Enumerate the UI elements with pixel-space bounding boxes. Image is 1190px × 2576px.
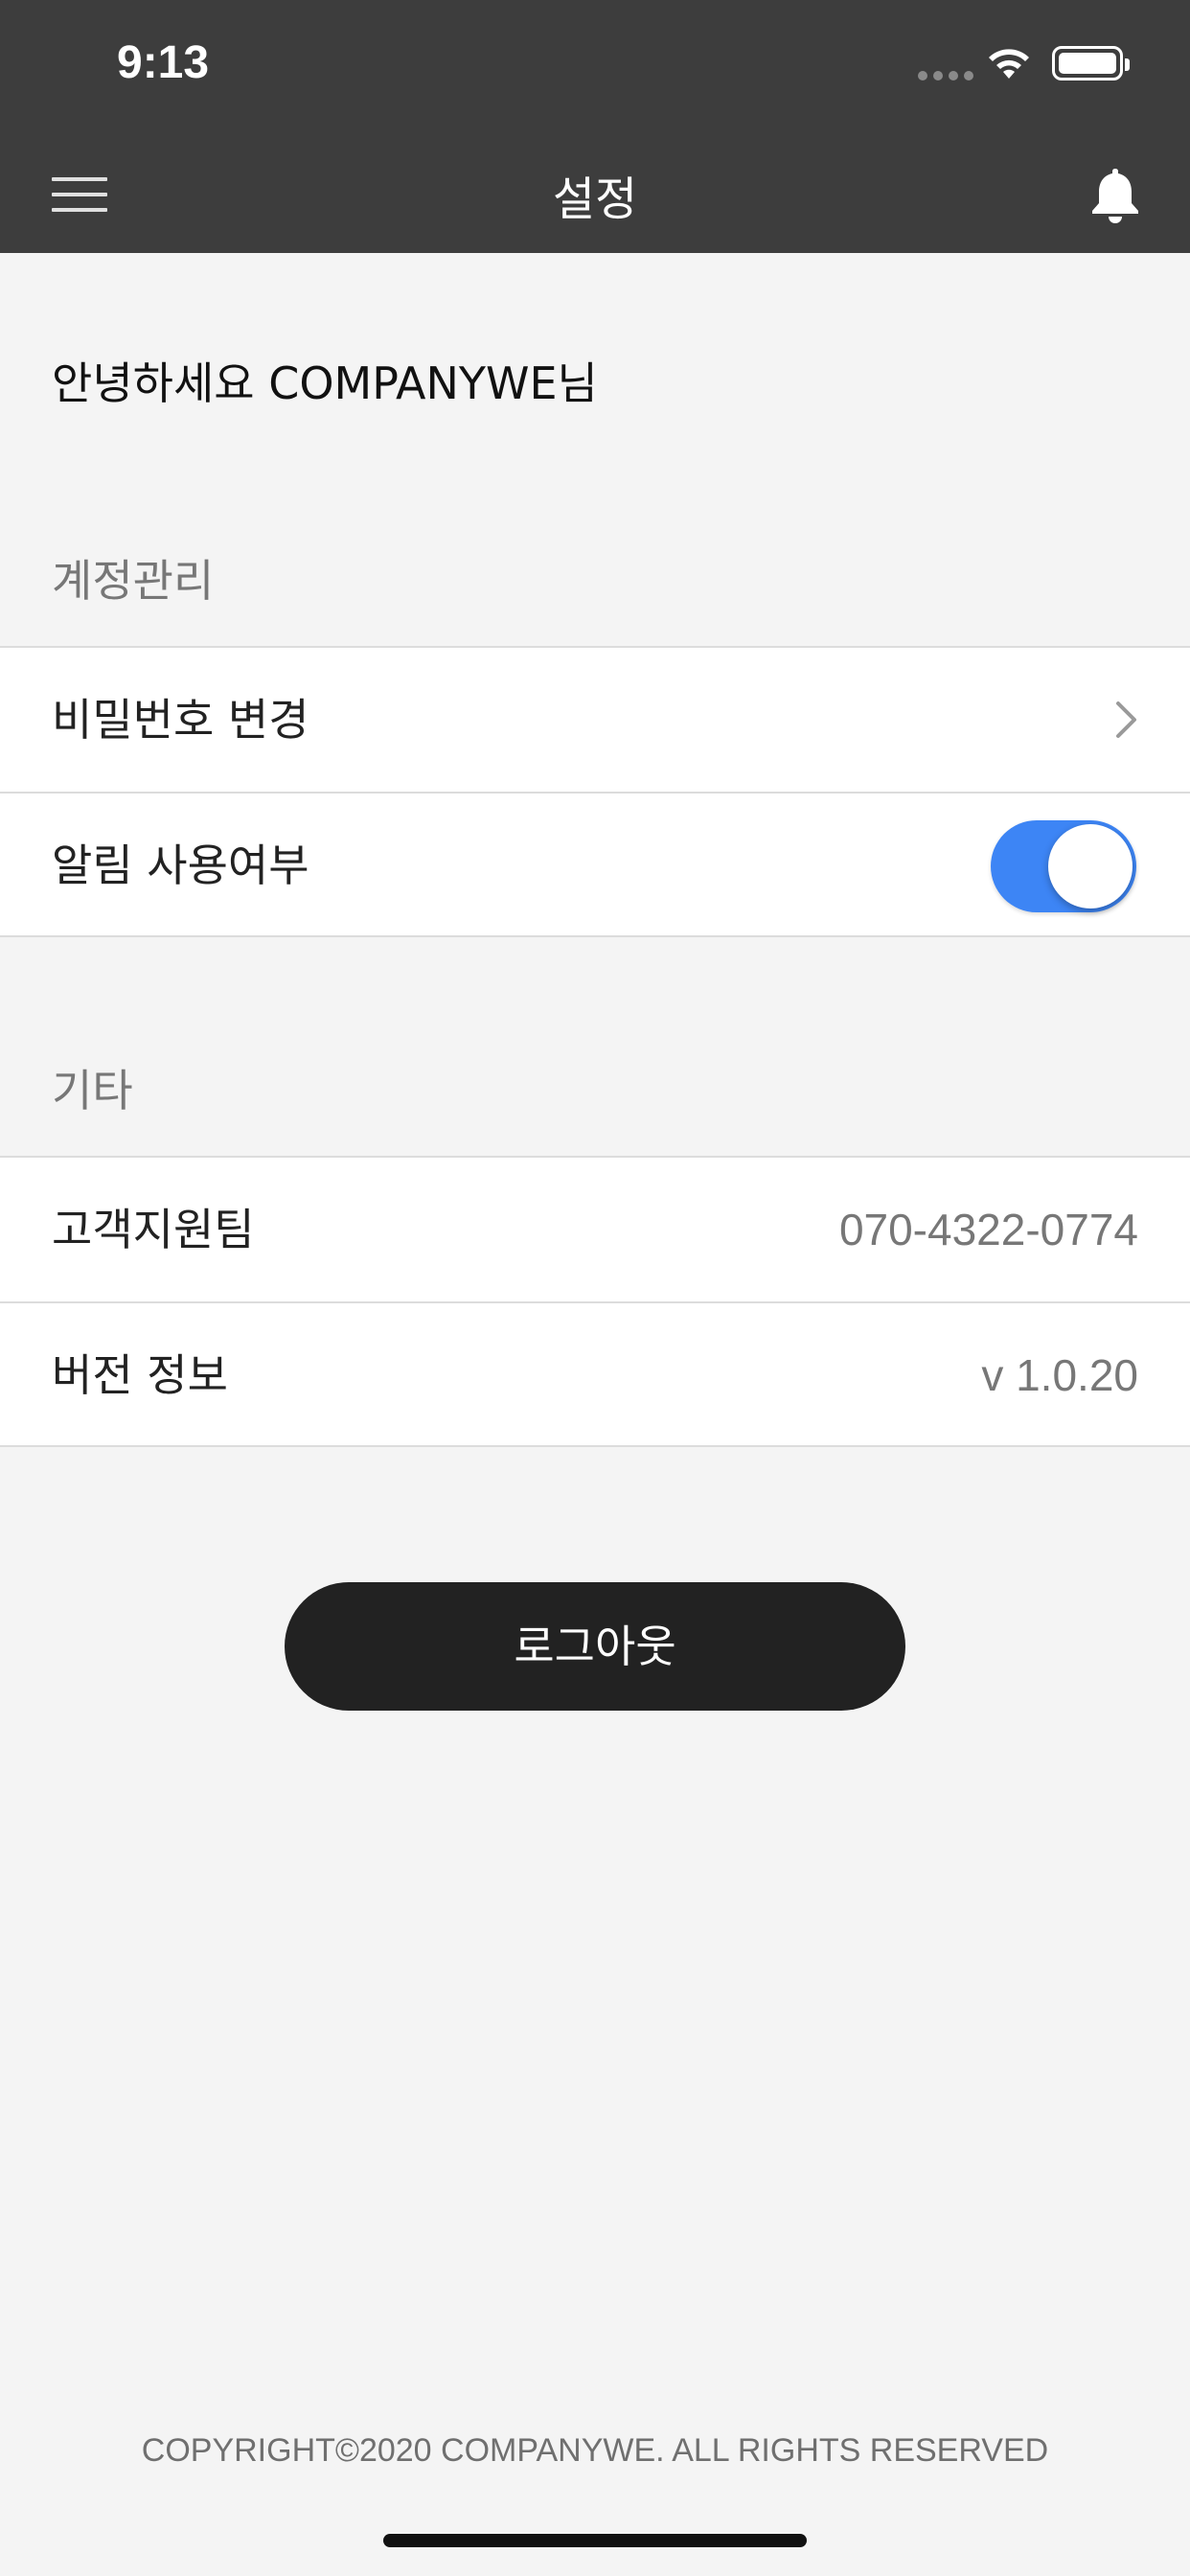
notification-toggle[interactable] [991,820,1136,912]
customer-support-row[interactable]: 고객지원팀 070-4322-0774 [0,1156,1190,1301]
version-info-row: 버전 정보 v 1.0.20 [0,1301,1190,1447]
battery-icon [1052,46,1130,80]
home-indicator[interactable] [383,2534,807,2547]
wifi-icon [989,49,1029,79]
page-title: 설정 [552,172,638,226]
chevron-right-icon [1116,702,1136,738]
customer-support-phone[interactable]: 070-4322-0774 [839,1158,1138,1301]
notification-label: 알림 사용여부 [52,840,309,891]
change-password-label: 비밀번호 변경 [52,694,309,746]
customer-support-label: 고객지원팀 [52,1204,255,1255]
nav-bar: 설정 [0,134,1190,253]
bell-icon[interactable] [1088,165,1142,224]
section-header-etc: 기타 [52,1065,133,1116]
version-info-label: 버전 정보 [52,1349,228,1401]
status-time: 9:13 [117,37,210,88]
change-password-row[interactable]: 비밀번호 변경 [0,646,1190,792]
copyright-text: COPYRIGHT©2020 COMPANYWE. ALL RIGHTS RES… [141,2432,1049,2469]
status-bar: 9:13 [0,0,1190,134]
logout-button[interactable]: 로그아웃 [285,1582,905,1711]
notification-row: 알림 사용여부 [0,792,1190,937]
greeting-text: 안녕하세요 COMPANYWE님 [52,357,598,409]
section-header-account: 계정관리 [52,555,215,607]
cellular-signal-icon [918,71,973,80]
toggle-knob [1048,824,1133,908]
version-info-value: v 1.0.20 [981,1350,1138,1400]
